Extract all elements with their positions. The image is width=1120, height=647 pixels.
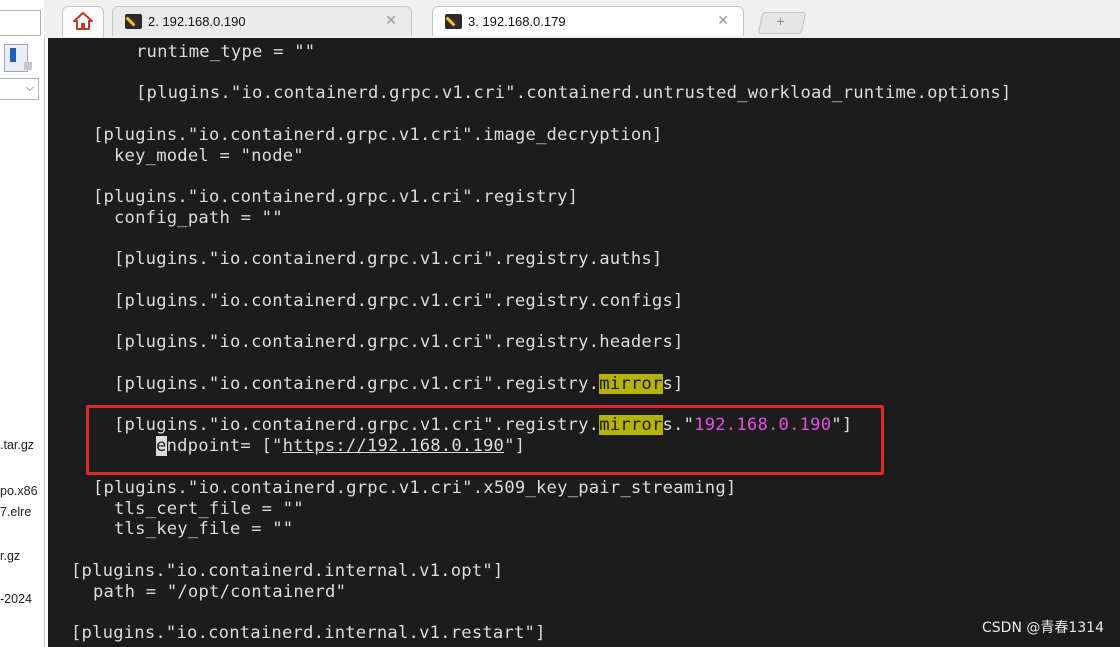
home-tab[interactable] <box>62 6 104 37</box>
plus-icon: + <box>776 13 785 29</box>
close-icon[interactable]: ✕ <box>385 12 397 29</box>
terminal-line: [plugins."io.containerd.grpc.v1.cri".ima… <box>93 125 663 145</box>
terminal-line: runtime_type = "" <box>136 42 316 62</box>
terminal-line: [plugins."io.containerd.grpc.v1.cri".reg… <box>114 291 684 311</box>
tab-label: 2. 192.168.0.190 <box>148 14 246 29</box>
file-item[interactable]: .tar.gz <box>0 438 34 452</box>
search-highlight: mirror <box>599 374 663 394</box>
terminal-line: [plugins."io.containerd.grpc.v1.cri".reg… <box>114 332 684 352</box>
file-item[interactable]: -2024 <box>0 592 32 606</box>
terminal-line: [plugins."io.containerd.grpc.v1.cri".reg… <box>114 249 663 269</box>
file-item[interactable]: po.x86 <box>0 484 38 498</box>
terminal-line: tls_key_file = "" <box>114 519 294 539</box>
terminal-line: [plugins."io.containerd.grpc.v1.cri".x50… <box>93 478 737 498</box>
file-browser-panel: ⌵ .tar.gz po.x86 7.elre r.gz -2024 <box>0 0 45 647</box>
terminal-line: tls_cert_file = "" <box>114 499 304 519</box>
close-icon[interactable]: ✕ <box>717 12 729 29</box>
terminal-line: path = "/opt/containerd" <box>93 582 347 602</box>
terminal-session-icon <box>445 14 462 29</box>
watermark: CSDN @青春1314 <box>982 620 1104 636</box>
terminal-line: [plugins."io.containerd.internal.v1.rest… <box>71 623 546 643</box>
home-icon <box>73 12 93 30</box>
terminal-output[interactable]: runtime_type = "" [plugins."io.container… <box>48 38 1120 647</box>
terminal-line: [plugins."io.containerd.grpc.v1.cri".reg… <box>114 374 684 394</box>
new-tab-button[interactable]: + <box>757 12 807 34</box>
line-text: [plugins."io.containerd.grpc.v1.cri".reg… <box>114 374 600 394</box>
terminal-line: key_model = "node" <box>114 146 304 166</box>
session-tab-bar: 2. 192.168.0.190 ✕ 3. 192.168.0.179 ✕ + <box>44 0 1120 38</box>
session-tab-2[interactable]: 3. 192.168.0.179 ✕ <box>432 6 744 36</box>
file-item[interactable]: r.gz <box>0 549 20 563</box>
tab-label: 3. 192.168.0.179 <box>468 14 566 29</box>
terminal-line: [plugins."io.containerd.grpc.v1.cri".con… <box>136 83 1012 103</box>
terminal-line: config_path = "" <box>114 208 283 228</box>
path-field[interactable] <box>0 10 41 36</box>
file-item[interactable]: 7.elre <box>0 505 31 519</box>
view-dropdown[interactable]: ⌵ <box>0 78 39 100</box>
line-text: s] <box>662 374 684 394</box>
terminal-line: [plugins."io.containerd.grpc.v1.cri".reg… <box>93 187 579 207</box>
session-tab-1[interactable]: 2. 192.168.0.190 ✕ <box>112 6 412 36</box>
document-icon <box>4 44 32 72</box>
annotation-highlight-box <box>86 405 884 475</box>
terminal-line: [plugins."io.containerd.internal.v1.opt"… <box>71 561 504 581</box>
chevron-down-icon: ⌵ <box>25 82 34 94</box>
terminal-session-icon <box>125 14 142 29</box>
